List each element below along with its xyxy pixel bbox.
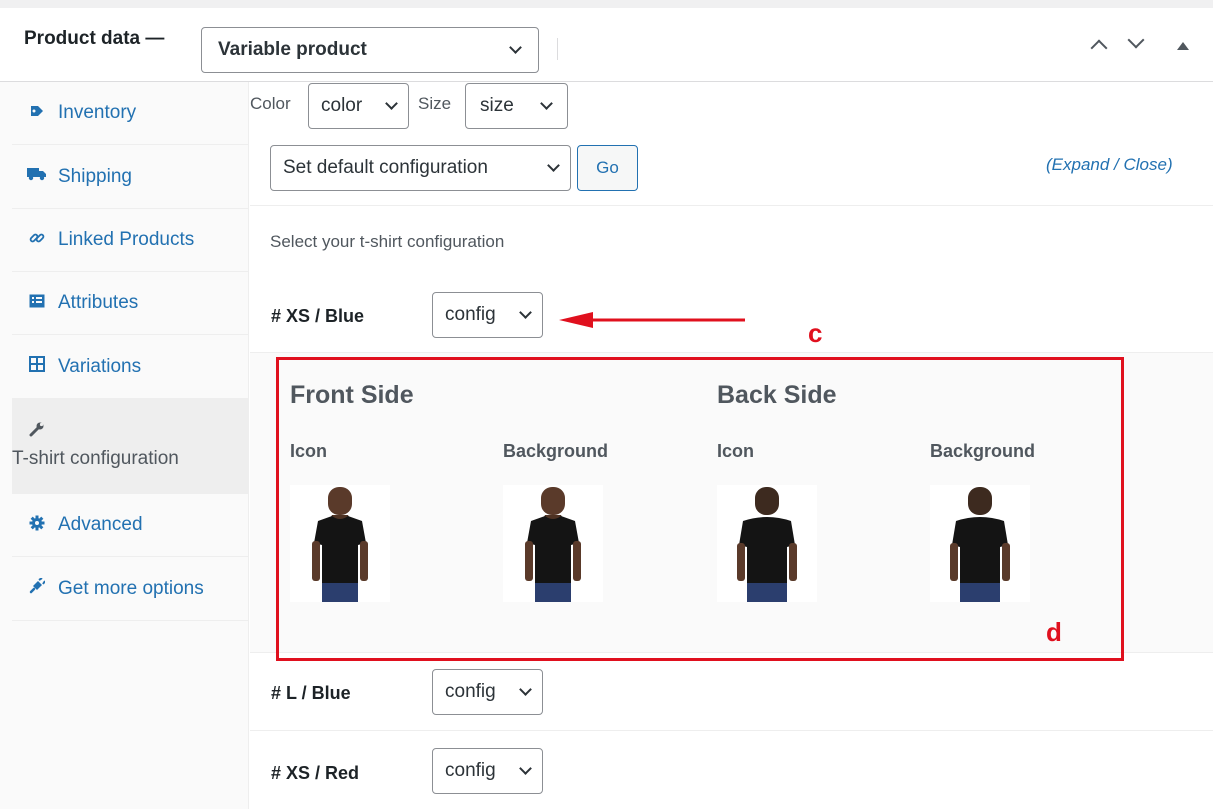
size-label: Size <box>418 94 452 113</box>
annotation-highlight-box <box>276 357 1124 661</box>
list-icon <box>26 294 48 313</box>
chevron-down-icon <box>509 41 522 54</box>
chevron-down-icon <box>540 97 553 110</box>
move-up-icon[interactable] <box>1090 39 1108 57</box>
link-icon <box>26 230 48 251</box>
size-select[interactable]: size <box>465 83 568 129</box>
default-config-select[interactable]: Set default configuration <box>270 145 571 191</box>
config-intro: Select your t-shirt configuration <box>270 232 505 251</box>
tab-variations[interactable]: Variations <box>12 335 249 399</box>
tab-advanced[interactable]: Advanced <box>12 494 249 557</box>
header-separator <box>557 38 558 60</box>
chevron-down-icon <box>519 306 532 319</box>
color-select[interactable]: color <box>308 83 409 129</box>
annotation-label-d: d <box>1046 617 1062 647</box>
variation-label: # L / Blue <box>271 683 351 703</box>
tab-label: Variations <box>58 355 142 377</box>
tab-attributes[interactable]: Attributes <box>12 272 249 335</box>
divider <box>250 730 1213 731</box>
tab-label: Shipping <box>58 165 132 187</box>
chevron-down-icon <box>519 683 532 696</box>
tab-label: Attributes <box>58 292 139 313</box>
product-data-title: Product data — <box>24 28 165 49</box>
move-down-icon[interactable] <box>1127 31 1145 49</box>
variation-config-select[interactable]: config <box>432 669 543 715</box>
tab-inventory[interactable]: Inventory <box>12 82 249 145</box>
plugin-icon <box>26 577 48 599</box>
config-select-value: config <box>445 681 496 702</box>
divider <box>250 205 1213 206</box>
annotation-label-c: c <box>808 318 823 348</box>
chevron-down-icon <box>385 97 398 110</box>
truck-icon <box>26 167 48 186</box>
tab-label: Inventory <box>58 102 137 123</box>
color-label: Color <box>250 94 291 113</box>
variation-config-select[interactable]: config <box>432 292 543 338</box>
variation-config-select[interactable]: config <box>432 748 543 794</box>
default-config-value: Set default configuration <box>283 157 488 178</box>
inventory-icon <box>26 103 48 124</box>
expand-close-link[interactable]: (Expand / Close) <box>1046 155 1173 175</box>
size-select-value: size <box>480 95 514 116</box>
tab-linked-products[interactable]: Linked Products <box>12 209 249 272</box>
collapse-toggle-icon[interactable] <box>1177 42 1189 50</box>
grid-icon <box>26 356 48 377</box>
tab-label: Linked Products <box>58 229 195 250</box>
top-strip <box>0 0 1213 8</box>
tab-label: T-shirt configuration <box>12 448 179 469</box>
gear-icon <box>26 515 48 536</box>
product-data-tabs: Inventory Shipping Linked Products Attri… <box>0 82 249 809</box>
go-button[interactable]: Go <box>577 145 638 191</box>
product-type-value: Variable product <box>218 39 367 60</box>
color-select-value: color <box>321 95 363 116</box>
tab-label: Get more options <box>58 577 204 599</box>
tab-shipping[interactable]: Shipping <box>12 145 249 209</box>
product-type-select[interactable]: Variable product <box>201 27 539 73</box>
product-data-header: Product data — Variable product <box>0 8 1213 82</box>
variation-label: # XS / Blue <box>271 306 365 326</box>
tab-t-shirt-configuration[interactable]: T-shirt configuration <box>12 399 249 494</box>
annotation-arrow <box>559 312 745 328</box>
tab-label: Advanced <box>58 514 143 535</box>
variation-label: # XS / Red <box>271 763 360 783</box>
tab-get-more-options[interactable]: Get more options <box>12 557 249 621</box>
chevron-down-icon <box>547 159 560 172</box>
config-select-value: config <box>445 304 496 325</box>
chevron-down-icon <box>519 762 532 775</box>
config-select-value: config <box>445 760 496 781</box>
